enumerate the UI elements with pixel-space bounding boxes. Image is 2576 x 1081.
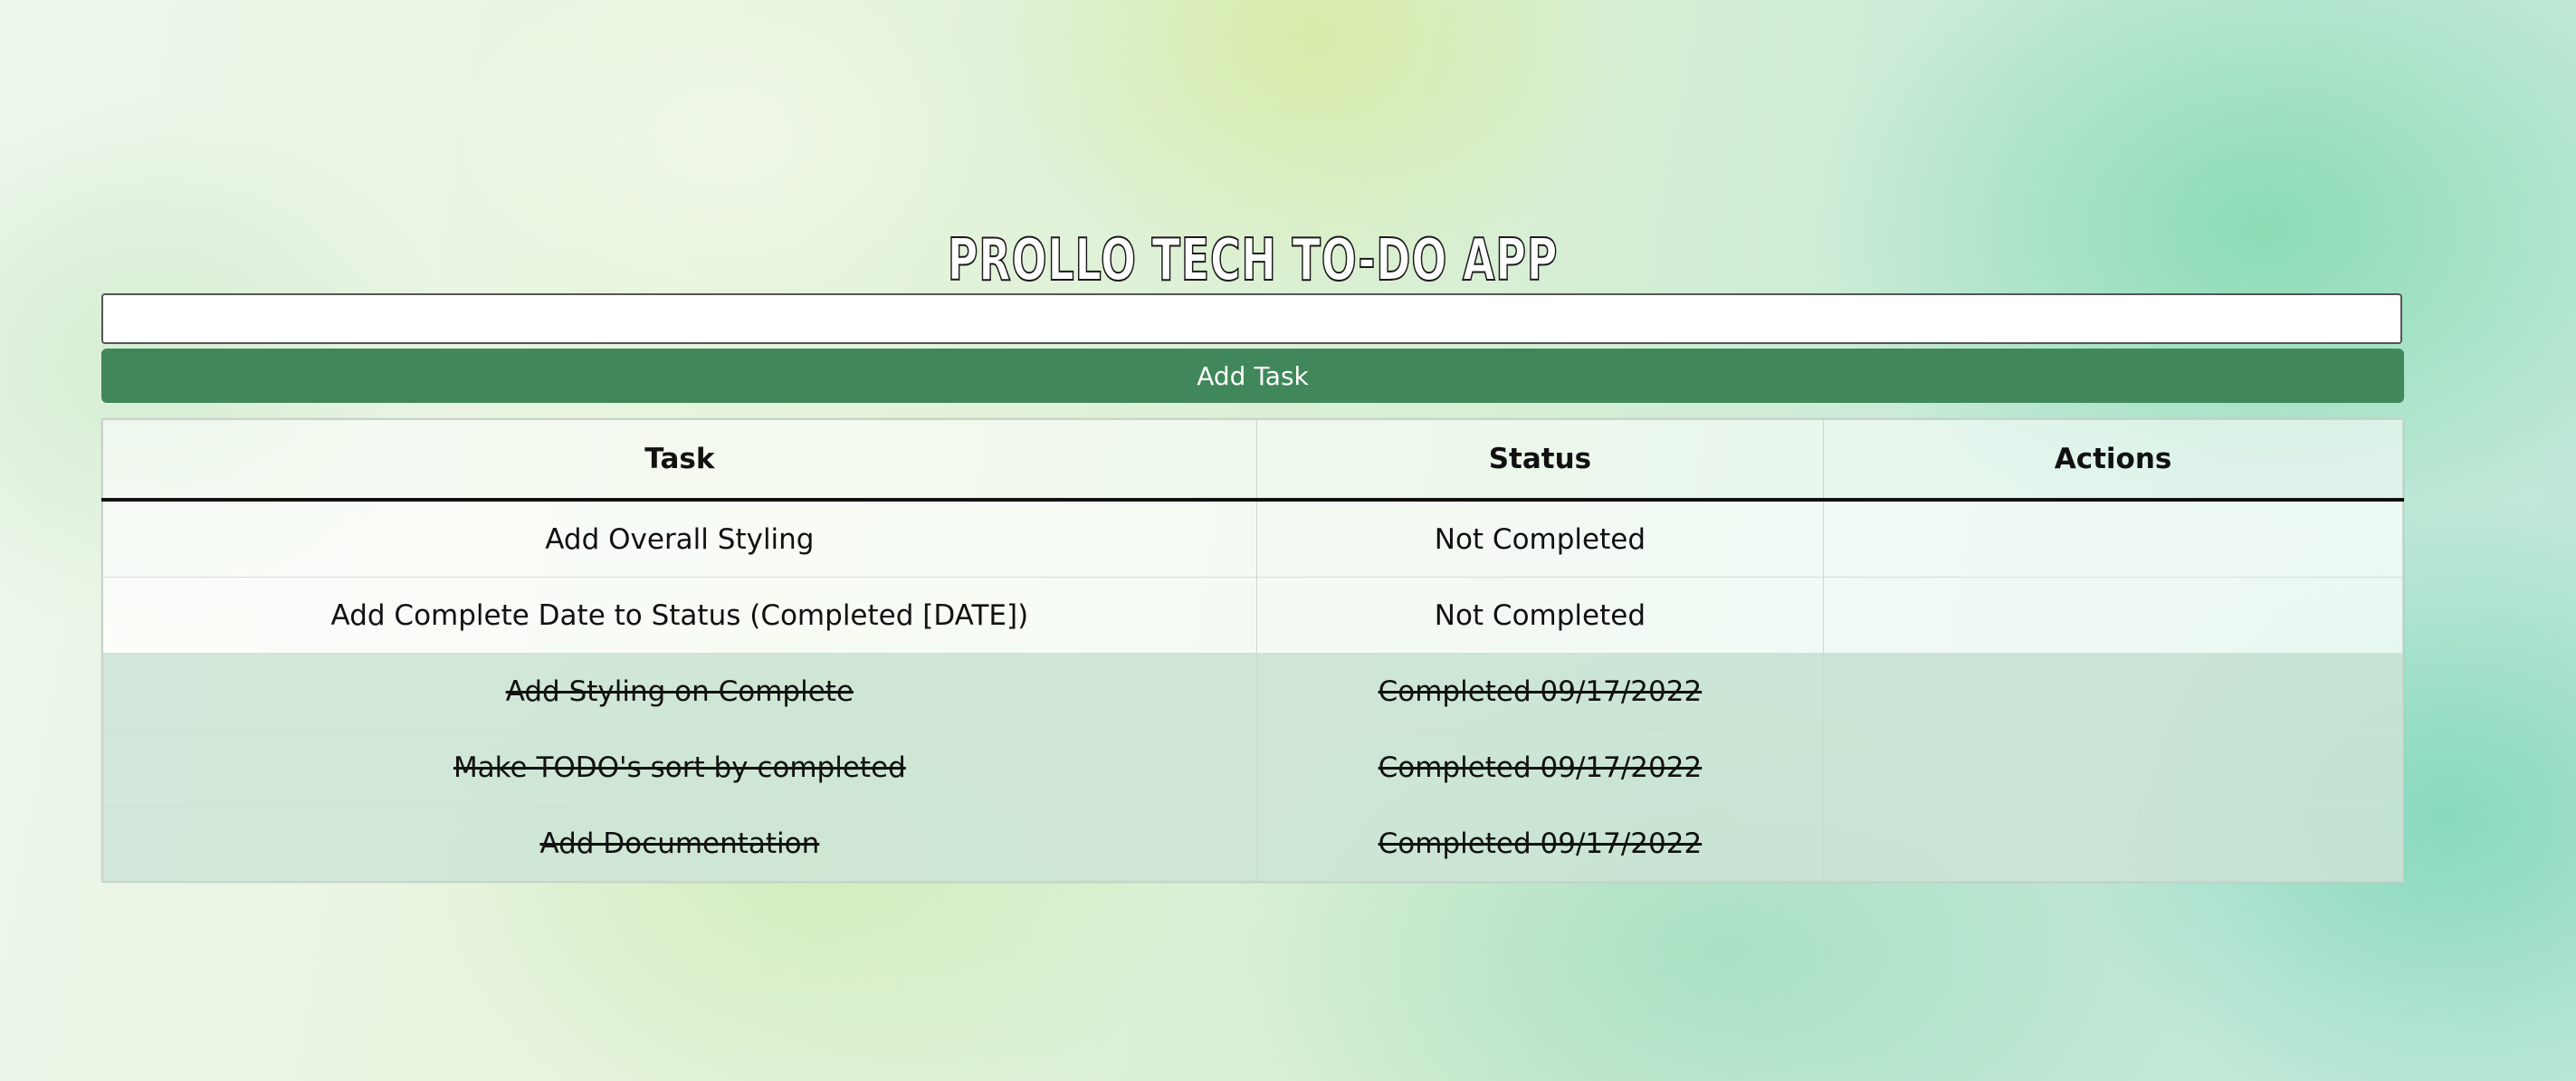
task-cell: Add Overall Styling	[102, 500, 1257, 578]
status-cell: Not Completed	[1256, 577, 1825, 654]
actions-cell	[1823, 577, 2403, 654]
table-row[interactable]: Add Documentation Completed 09/17/2022	[102, 805, 2403, 883]
task-table: Task Status Actions Add Overall Styling …	[101, 418, 2404, 883]
status-cell: Not Completed	[1256, 500, 1825, 578]
column-header-task: Task	[102, 419, 1257, 502]
table-row[interactable]: Add Complete Date to Status (Completed […	[102, 577, 2403, 654]
actions-cell	[1823, 653, 2403, 730]
task-cell: Add Complete Date to Status (Completed […	[102, 577, 1257, 654]
task-input[interactable]	[101, 293, 2402, 344]
task-cell: Add Styling on Complete	[102, 653, 1257, 730]
actions-cell	[1823, 805, 2403, 883]
status-cell: Completed 09/17/2022	[1256, 729, 1825, 806]
task-cell: Add Documentation	[102, 805, 1257, 883]
status-cell: Completed 09/17/2022	[1256, 805, 1825, 883]
column-header-status: Status	[1256, 419, 1825, 502]
status-cell: Completed 09/17/2022	[1256, 653, 1825, 730]
table-header-row: Task Status Actions	[102, 419, 2403, 502]
actions-cell	[1823, 500, 2403, 578]
add-task-button[interactable]: Add Task	[101, 349, 2404, 403]
actions-cell	[1823, 729, 2403, 806]
table-row[interactable]: Add Overall Styling Not Completed	[102, 500, 2403, 578]
table-row[interactable]: Make TODO's sort by completed Completed …	[102, 729, 2403, 806]
task-cell: Make TODO's sort by completed	[102, 729, 1257, 806]
table-row[interactable]: Add Styling on Complete Completed 09/17/…	[102, 653, 2403, 730]
page-title: PROLLO TECH TO-DO APP	[947, 226, 1559, 295]
column-header-actions: Actions	[1823, 419, 2403, 502]
